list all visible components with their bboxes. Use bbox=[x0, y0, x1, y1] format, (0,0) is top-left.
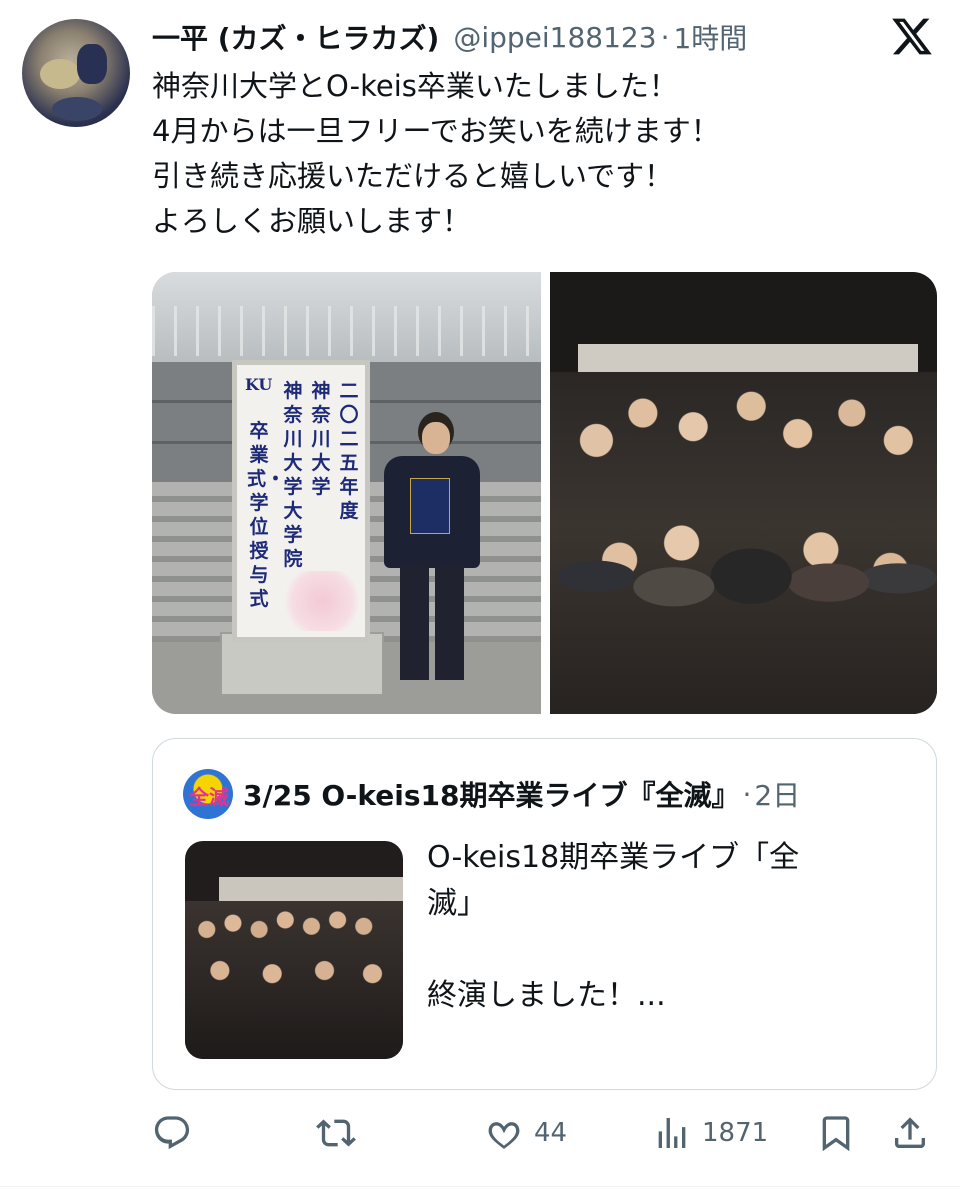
quote-thumbnail[interactable] bbox=[185, 841, 403, 1059]
group-photo[interactable] bbox=[550, 272, 937, 714]
views-count: 1871 bbox=[702, 1118, 769, 1148]
avatar-shape bbox=[40, 59, 80, 89]
quote-avatar-logo: 全滅 bbox=[189, 785, 229, 809]
reply-icon bbox=[154, 1116, 190, 1150]
bookmark-button[interactable] bbox=[816, 1110, 856, 1156]
quote-text-line: 終演しました！... bbox=[427, 978, 666, 1013]
ceremony-sign: 二〇二五年度 神奈川大学 神奈川大学大学院 卒業式・学位授与式 KU bbox=[232, 360, 370, 642]
crowd-clothing bbox=[550, 502, 937, 714]
quote-timestamp[interactable]: 2日 bbox=[754, 774, 800, 814]
tweet-text-line: 神奈川大学とO-keis卒業いたしました！ bbox=[152, 69, 678, 103]
quoted-tweet[interactable]: 全滅 3/25 O-keis18期卒業ライブ『全滅』 · 2日 O-keis18… bbox=[152, 738, 937, 1090]
retweet-icon bbox=[316, 1119, 356, 1147]
tweet-text-line: 4月からは一旦フリーでお笑いを続けます！ bbox=[152, 114, 720, 148]
author-avatar[interactable] bbox=[22, 19, 130, 127]
views-button[interactable]: 1871 bbox=[652, 1110, 768, 1156]
avatar-shape bbox=[52, 97, 102, 121]
graduation-photo[interactable]: 二〇二五年度 神奈川大学 神奈川大学大学院 卒業式・学位授与式 KU bbox=[152, 272, 541, 714]
sign-text-ceremony: 卒業式・学位授与式 bbox=[247, 420, 286, 610]
share-icon bbox=[895, 1117, 925, 1148]
quote-separator: · bbox=[742, 777, 752, 811]
tweet-text: 神奈川大学とO-keis卒業いたしました！ 4月からは一旦フリーでお笑いを続けま… bbox=[152, 64, 912, 244]
tweet-text-line: 引き続き応援いただけると嬉しいです！ bbox=[152, 159, 674, 193]
action-bar: 44 1871 bbox=[152, 1110, 937, 1156]
diploma-folder bbox=[410, 478, 450, 534]
tweet-header: 一平 (カズ・ヒラカズ) @ippei188123 · 1時間 bbox=[152, 14, 747, 60]
quote-avatar[interactable]: 全滅 bbox=[183, 769, 233, 819]
x-logo-icon[interactable] bbox=[890, 14, 934, 58]
author-display-name[interactable]: 一平 (カズ・ヒラカズ) bbox=[152, 17, 439, 57]
like-button[interactable]: 44 bbox=[484, 1110, 567, 1156]
tweet-timestamp[interactable]: 1時間 bbox=[673, 17, 747, 57]
person-face bbox=[422, 422, 450, 454]
bookmark-icon bbox=[822, 1116, 850, 1152]
header-separator: · bbox=[660, 20, 670, 54]
person-legs bbox=[400, 566, 464, 680]
divider bbox=[0, 1186, 960, 1187]
retweet-button[interactable] bbox=[316, 1110, 366, 1156]
quote-author-name[interactable]: 3/25 O-keis18期卒業ライブ『全滅』 bbox=[243, 774, 739, 814]
like-count: 44 bbox=[534, 1118, 568, 1148]
share-button[interactable] bbox=[890, 1110, 930, 1156]
sign-text-year: 二〇二五年度 bbox=[339, 380, 359, 522]
quote-text-line: 滅」 bbox=[427, 886, 487, 921]
thumbnail-crowd bbox=[185, 901, 403, 1059]
quote-text: O-keis18期卒業ライブ「全 滅」 終演しました！... bbox=[427, 835, 897, 1019]
tweet-text-line: よろしくお願いします！ bbox=[152, 204, 472, 238]
quote-header: 3/25 O-keis18期卒業ライブ『全滅』 · 2日 bbox=[243, 771, 800, 817]
heart-icon bbox=[488, 1122, 520, 1149]
sign-flower-decoration bbox=[277, 571, 367, 631]
quote-text-line: O-keis18期卒業ライブ「全 bbox=[427, 840, 800, 875]
tweet-media: 二〇二五年度 神奈川大学 神奈川大学大学院 卒業式・学位授与式 KU bbox=[152, 272, 937, 714]
photo-railing bbox=[152, 306, 541, 356]
sign-logo: KU bbox=[245, 375, 273, 394]
author-handle[interactable]: @ippei188123 bbox=[453, 21, 656, 54]
avatar-shape bbox=[77, 44, 107, 84]
views-icon bbox=[658, 1118, 686, 1148]
sign-text-university: 神奈川大学 bbox=[311, 380, 331, 498]
reply-button[interactable] bbox=[152, 1110, 202, 1156]
quote-text-gap bbox=[427, 927, 897, 973]
